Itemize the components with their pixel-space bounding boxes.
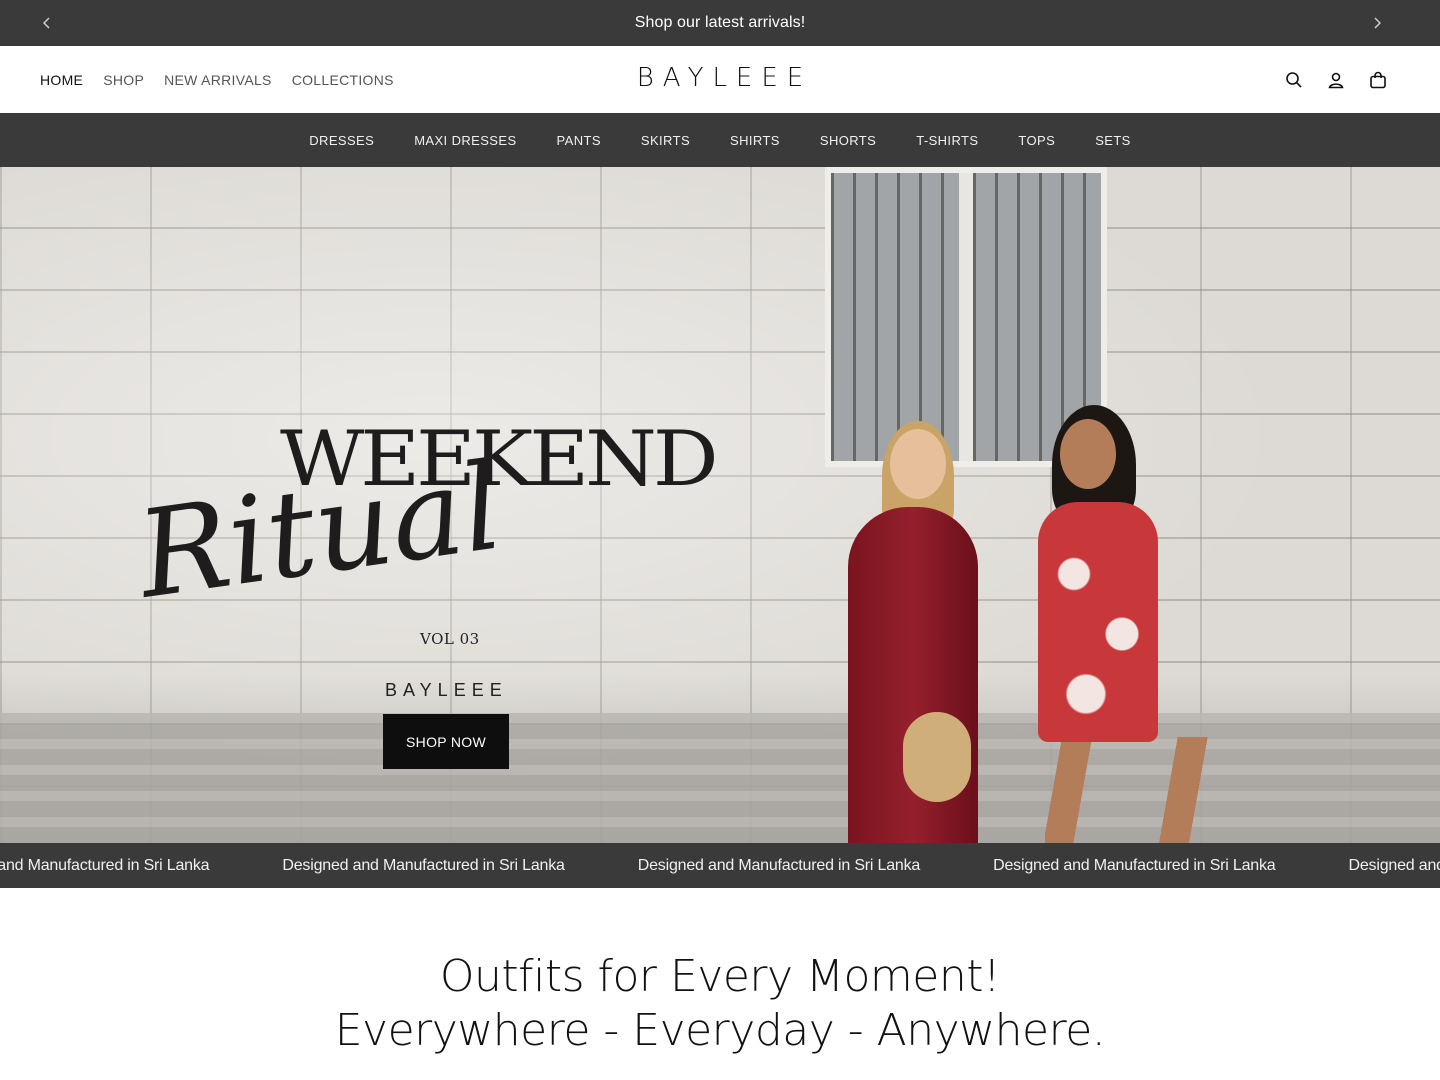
category-skirts[interactable]: SKIRTS: [641, 133, 690, 148]
announcement-bar: Shop our latest arrivals!: [0, 0, 1440, 46]
chevron-left-icon[interactable]: [24, 0, 70, 46]
announcement-text[interactable]: Shop our latest arrivals!: [635, 14, 806, 32]
hero-brand: BAYLEEE: [385, 680, 508, 700]
model-2-legs: [1045, 737, 1215, 843]
marquee-item: Designed and Manufactured in Sri Lanka: [637, 856, 921, 874]
model-1-face: [890, 429, 946, 499]
hero-script-title: Ritual: [130, 437, 511, 626]
category-t-shirts[interactable]: T-SHIRTS: [916, 133, 978, 148]
cart-icon[interactable]: [1368, 70, 1388, 90]
shop-now-button[interactable]: SHOP NOW: [383, 714, 509, 769]
category-bar: DRESSES MAXI DRESSES PANTS SKIRTS SHIRTS…: [0, 113, 1440, 167]
category-sets[interactable]: SETS: [1095, 133, 1131, 148]
category-shirts[interactable]: SHIRTS: [730, 133, 780, 148]
tagline-line-1: Outfits for Every Moment!: [439, 951, 1001, 1002]
chevron-right-icon[interactable]: [1354, 0, 1400, 46]
search-icon[interactable]: [1284, 70, 1304, 90]
header-icons: [1284, 70, 1388, 90]
nav-new-arrivals[interactable]: NEW ARRIVALS: [164, 72, 272, 88]
site-header: HOME SHOP NEW ARRIVALS COLLECTIONS BAYLE…: [0, 46, 1440, 113]
category-maxi-dresses[interactable]: MAXI DRESSES: [414, 133, 516, 148]
marquee-item: Designed and Manufactured in Sri Lanka: [1348, 856, 1440, 874]
tagline-line-2: Everywhere - Everyday - Anywhere.: [334, 1005, 1106, 1056]
tagline-section: Outfits for Every Moment! Everywhere - E…: [0, 888, 1440, 1058]
marquee-track: Designed and Manufactured in Sri Lanka D…: [0, 843, 1440, 888]
nav-collections[interactable]: COLLECTIONS: [292, 72, 394, 88]
site-logo[interactable]: BAYLEEE: [628, 63, 812, 93]
category-tops[interactable]: TOPS: [1018, 133, 1055, 148]
main-nav: HOME SHOP NEW ARRIVALS COLLECTIONS: [40, 72, 394, 88]
category-shorts[interactable]: SHORTS: [820, 133, 876, 148]
marquee-item: Designed and Manufactured in Sri Lanka: [993, 856, 1276, 874]
nav-shop[interactable]: SHOP: [103, 72, 144, 88]
marquee-strip: Designed and Manufactured in Sri Lanka D…: [0, 843, 1440, 888]
category-dresses[interactable]: DRESSES: [309, 133, 374, 148]
model-1-bag: [903, 712, 971, 802]
marquee-item: Designed and Manufactured in Sri Lanka: [282, 856, 565, 874]
account-icon[interactable]: [1326, 70, 1346, 90]
model-2-face: [1060, 419, 1116, 489]
marquee-item: Designed and Manufactured in Sri Lanka: [0, 856, 210, 874]
model-2-print-dress: [1038, 502, 1158, 742]
category-pants[interactable]: PANTS: [557, 133, 601, 148]
nav-home[interactable]: HOME: [40, 72, 83, 88]
hero-volume: VOL 03: [420, 630, 480, 648]
